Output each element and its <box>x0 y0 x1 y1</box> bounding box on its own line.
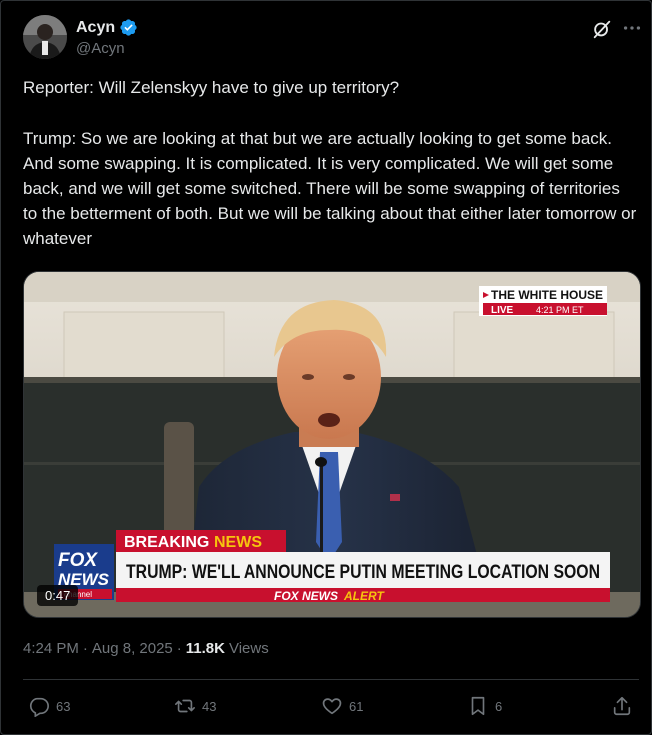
avatar[interactable] <box>23 15 67 59</box>
views-label: Views <box>228 640 269 657</box>
headline: TRUMP: WE'LL ANNOUNCE PUTIN MEETING LOCA… <box>126 562 600 583</box>
reply-count: 63 <box>56 698 71 714</box>
author-name[interactable]: Acyn <box>76 19 115 37</box>
like-count: 61 <box>349 698 364 714</box>
video-frame: THE WHITE HOUSE LIVE 4:21 PM ET BREAKING… <box>24 272 640 617</box>
tweet-text: Reporter: Will Zelenskyy have to give up… <box>23 75 638 251</box>
repost-button[interactable]: 43 <box>174 691 216 721</box>
video-player[interactable]: THE WHITE HOUSE LIVE 4:21 PM ET BREAKING… <box>23 271 641 618</box>
meta-separator: · <box>82 640 88 657</box>
tweet-paragraph: Trump: So we are looking at that but we … <box>23 129 637 248</box>
tweet-header: Acyn @Acyn <box>23 15 643 63</box>
bookmark-button[interactable]: 6 <box>467 691 502 721</box>
grok-icon[interactable] <box>591 18 613 40</box>
heart-icon <box>322 698 342 715</box>
name-row: Acyn <box>76 18 138 37</box>
alert-brand: FOX NEWS <box>274 589 338 603</box>
tweet-meta: 4:24 PM · Aug 8, 2025 · 11.8K Views <box>23 640 269 657</box>
verified-badge-icon <box>120 19 137 36</box>
logo-top: FOX <box>58 550 98 571</box>
share-icon <box>613 696 631 716</box>
video-duration: 0:47 <box>37 585 79 606</box>
live-time: 4:21 PM ET <box>536 305 584 315</box>
action-bar: 63 43 61 6 <box>23 691 639 721</box>
repost-count: 43 <box>202 698 217 714</box>
reply-icon <box>29 697 49 717</box>
tweet-paragraph: Reporter: Will Zelenskyy have to give up… <box>23 78 400 97</box>
meta-separator: · <box>176 640 182 657</box>
reply-button[interactable]: 63 <box>28 691 70 721</box>
news-label: NEWS <box>214 534 262 551</box>
views-count: 11.8K <box>185 640 225 657</box>
breaking-label: BREAKING <box>124 534 209 551</box>
bookmark-count: 6 <box>495 698 503 714</box>
share-button[interactable] <box>611 691 633 721</box>
bookmark-icon <box>471 696 485 716</box>
more-icon[interactable] <box>621 17 643 39</box>
like-button[interactable]: 61 <box>321 691 363 721</box>
tweet-card[interactable]: Acyn @Acyn Reporter: Will Zelenskyy have… <box>0 0 652 735</box>
author-handle[interactable]: @Acyn <box>76 40 125 57</box>
bug-line: THE WHITE HOUSE <box>491 288 603 302</box>
live-label: LIVE <box>491 305 514 316</box>
divider <box>23 679 639 680</box>
repost-icon <box>175 699 195 713</box>
tweet-time[interactable]: 4:24 PM <box>23 640 79 657</box>
alert-word: ALERT <box>343 589 385 603</box>
tweet-date[interactable]: Aug 8, 2025 <box>92 640 173 657</box>
